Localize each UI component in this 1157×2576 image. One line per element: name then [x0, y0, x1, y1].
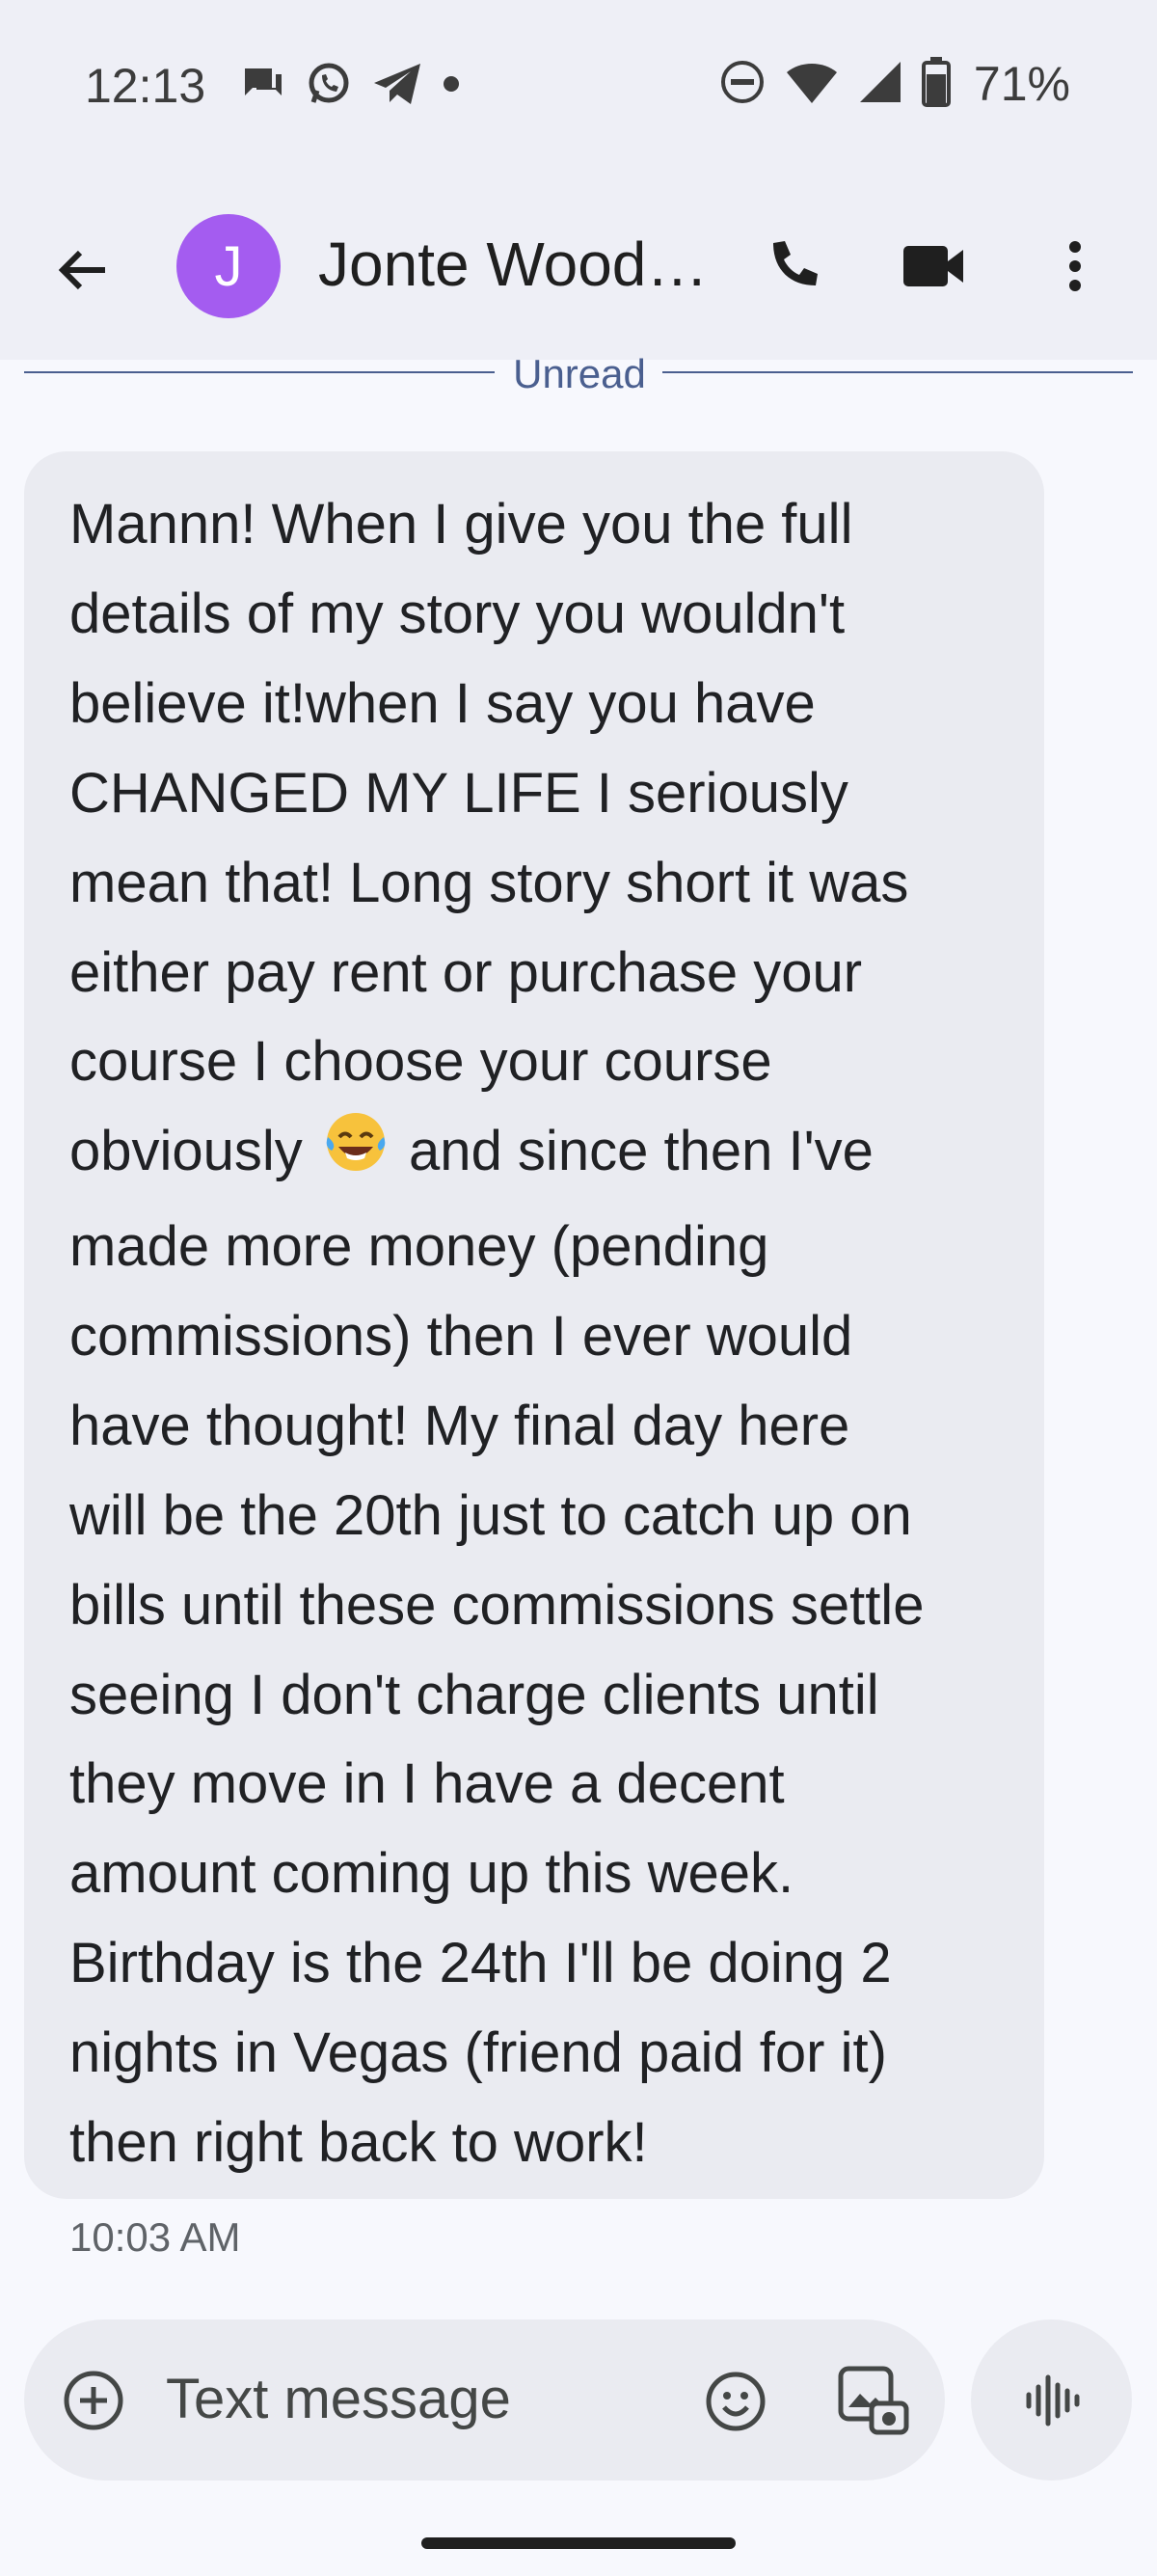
avatar[interactable]: J: [176, 214, 281, 318]
add-circle-icon: [64, 2371, 123, 2430]
message-line: Birthday is the 24th I'll be doing 2: [69, 1932, 892, 1995]
battery-icon: [921, 56, 951, 112]
gallery-button[interactable]: [832, 2360, 914, 2442]
back-button[interactable]: [48, 236, 116, 304]
message-line: have thought! My final day here: [69, 1394, 850, 1457]
message-line: made more money (pending: [69, 1214, 769, 1278]
telegram-icon: [372, 62, 422, 106]
message-bubble[interactable]: Mannn! When I give you the full details …: [24, 451, 1044, 2199]
status-time: 12:13: [85, 59, 206, 113]
back-arrow-icon: [58, 250, 105, 290]
chat-bubble-icon: [241, 65, 285, 103]
message-line: will be the 20th just to catch up on: [69, 1483, 912, 1547]
home-indicator[interactable]: [421, 2537, 736, 2549]
voice-message-button[interactable]: [971, 2319, 1132, 2481]
divider-line: [24, 371, 495, 373]
message-line-part: obviously: [69, 1120, 303, 1183]
message-line: amount coming up this week.: [69, 1842, 794, 1906]
gallery-icon: [838, 2366, 908, 2434]
divider-line: [662, 371, 1133, 373]
emoji-button[interactable]: [699, 2365, 771, 2437]
message-composer: [24, 2319, 945, 2481]
message-input[interactable]: [164, 2364, 679, 2433]
message-line: details of my story you wouldn't: [69, 582, 846, 645]
more-vert-icon: [1069, 241, 1081, 291]
unread-divider: Unread: [24, 351, 1133, 399]
message-timestamp: 10:03 AM: [69, 2214, 241, 2260]
notification-icons: [241, 60, 461, 108]
message-line: they move in I have a decent: [69, 1752, 785, 1816]
video-call-button[interactable]: [899, 231, 968, 301]
message-line: either pay rent or purchase your: [69, 940, 863, 1004]
message-line: nights in Vegas (friend paid for it): [69, 2021, 887, 2085]
contact-name[interactable]: Jonte Wood…: [318, 229, 713, 300]
status-bar: 12:13 71%: [0, 0, 1157, 178]
message-line-part: and since then I've: [392, 1120, 874, 1183]
message-line: course I choose your course: [69, 1030, 772, 1094]
call-button[interactable]: [760, 231, 829, 301]
cellular-signal-icon: [858, 60, 902, 109]
dot-icon: [442, 74, 461, 94]
message-line: bills until these commissions settle: [69, 1573, 925, 1637]
phone-icon: [773, 241, 818, 285]
message-line: then right back to work!: [69, 2111, 648, 2175]
wifi-icon: [785, 61, 839, 108]
message-line: mean that! Long story short it was: [69, 851, 909, 914]
message-line: commissions) then I ever would: [69, 1304, 853, 1368]
message-line: CHANGED MY LIFE I seriously: [69, 761, 848, 825]
message-line: seeing I don't charge clients until: [69, 1663, 879, 1726]
message-text: Mannn! When I give you the full details …: [69, 480, 1034, 2188]
video-camera-icon: [903, 246, 963, 286]
conversation-header: J Jonte Wood…: [0, 178, 1157, 360]
do-not-disturb-icon: [719, 59, 766, 110]
face-with-tears-of-joy-icon: [322, 1108, 390, 1203]
more-options-button[interactable]: [1041, 231, 1109, 301]
system-status-icons: 71%: [719, 56, 1070, 112]
message-line-with-emoji: obviously and since then I've: [69, 1107, 1034, 1203]
whatsapp-icon: [305, 60, 353, 108]
emoji-icon: [706, 2372, 765, 2430]
message-line: Mannn! When I give you the full: [69, 493, 853, 556]
battery-percent: 71%: [973, 57, 1070, 111]
message-line: believe it!when I say you have: [69, 671, 816, 735]
voice-wave-icon: [1026, 2374, 1079, 2426]
add-attachment-button[interactable]: [61, 2368, 126, 2433]
unread-label: Unread: [513, 351, 646, 396]
